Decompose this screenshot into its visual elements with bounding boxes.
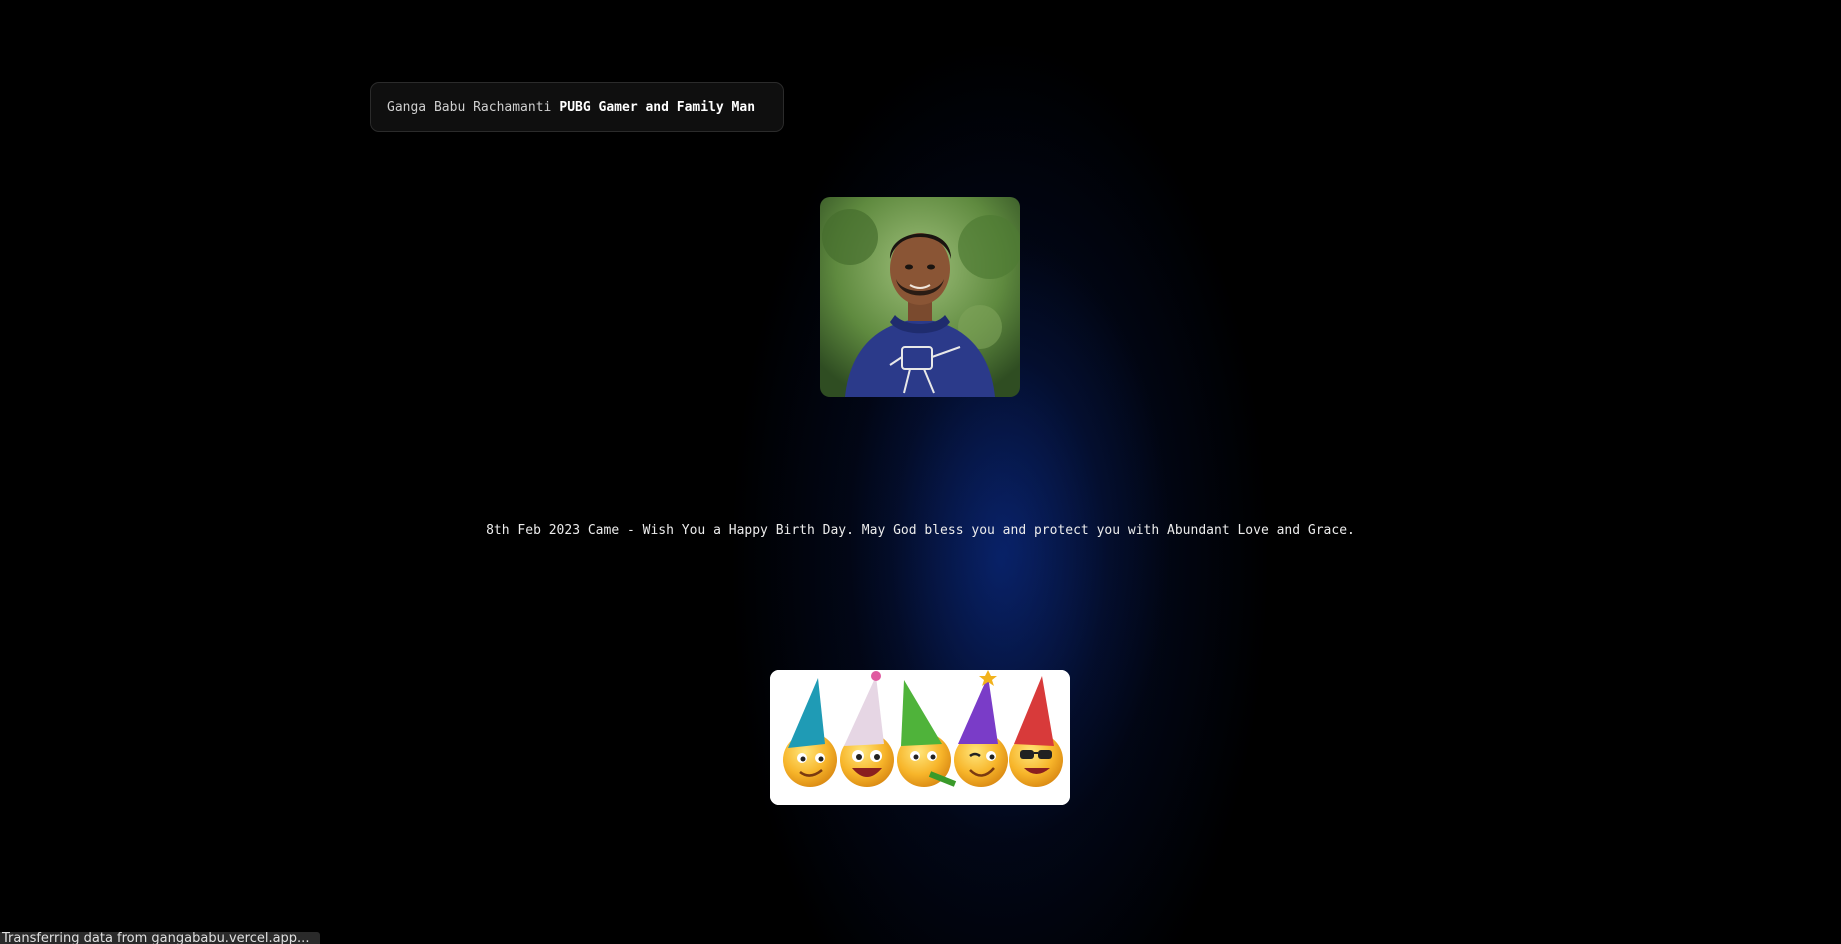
profile-photo [820,197,1020,397]
party-emojis-image [770,670,1070,805]
birthday-message: 8th Feb 2023 Came - Wish You a Happy Bir… [486,523,1355,538]
person-role: PUBG Gamer and Family Man [559,99,756,115]
browser-status-bar: Transferring data from gangababu.vercel.… [0,932,320,944]
profile-photo-illustration [820,197,1020,397]
person-name: Ganga Babu Rachamanti [387,99,552,115]
name-card: Ganga Babu Rachamanti PUBG Gamer and Fam… [370,82,784,132]
party-emojis-illustration [770,670,1070,805]
